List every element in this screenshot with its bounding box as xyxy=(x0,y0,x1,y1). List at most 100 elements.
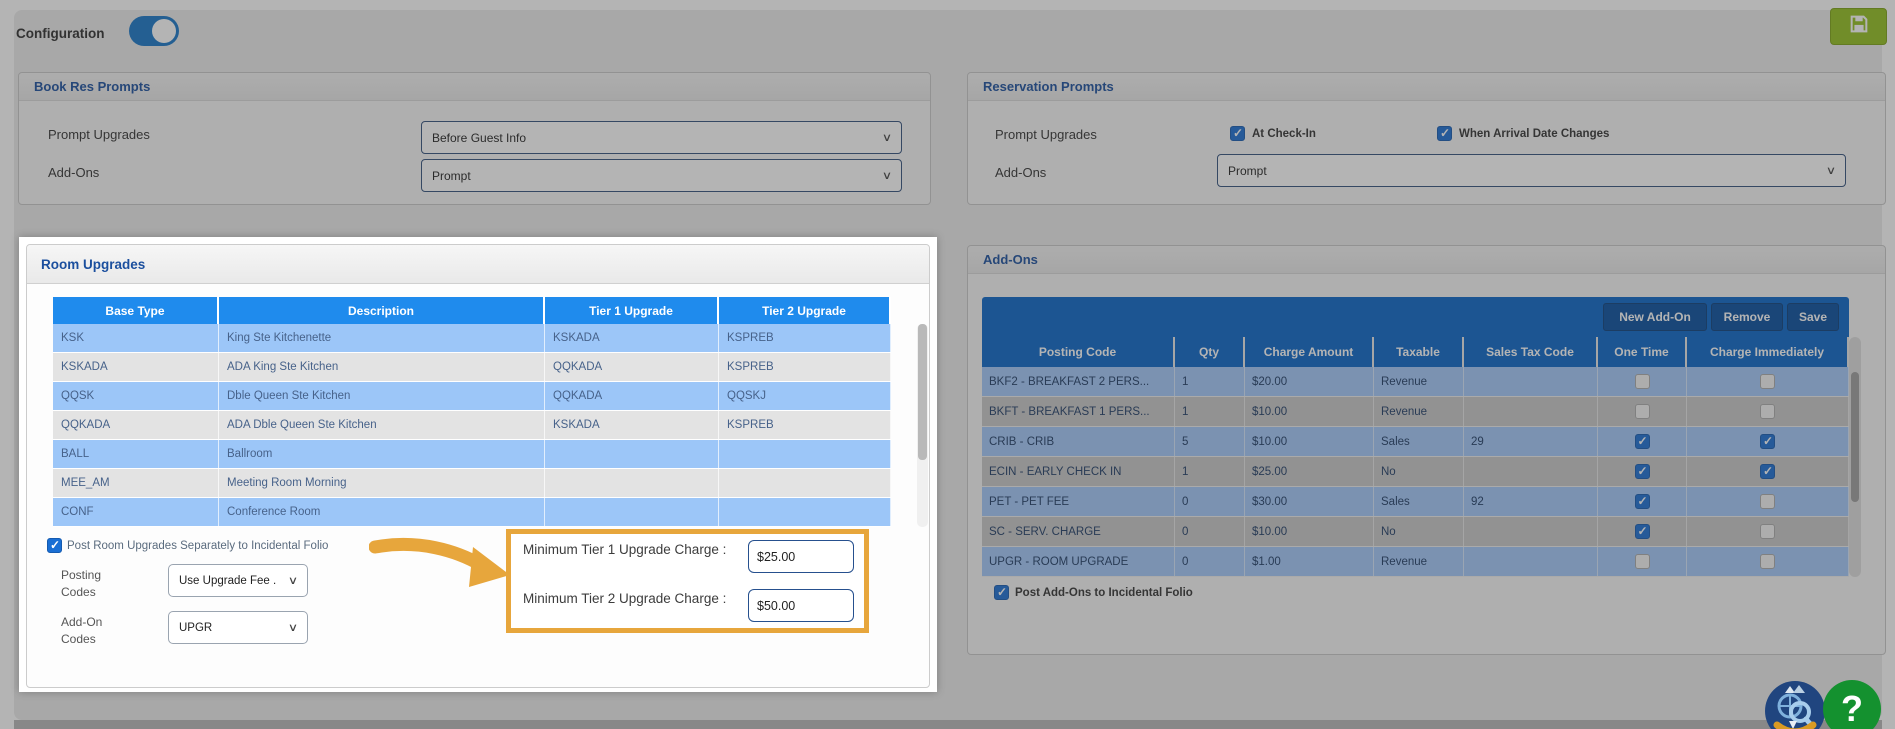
table-row[interactable]: MEE_AMMeeting Room Morning xyxy=(53,469,891,498)
new-add-on-button[interactable]: New Add-On xyxy=(1603,303,1707,331)
table-cell xyxy=(1464,367,1598,396)
table-cell xyxy=(545,469,719,497)
charge-immediately-checkbox[interactable] xyxy=(1760,434,1775,449)
posting-codes-value: Use Upgrade Fee . xyxy=(179,575,276,587)
remove-button[interactable]: Remove xyxy=(1711,303,1783,331)
book-res-prompts-header: Book Res Prompts xyxy=(19,73,930,101)
table-cell: $30.00 xyxy=(1245,487,1374,516)
column-header[interactable]: Posting Code xyxy=(982,337,1175,367)
table-cell: ECIN - EARLY CHECK IN xyxy=(982,457,1175,486)
column-header[interactable]: Description xyxy=(219,297,545,324)
charge-immediately-checkbox[interactable] xyxy=(1760,374,1775,389)
room-upgrades-panel: Room Upgrades Base TypeDescriptionTier 1… xyxy=(26,244,930,688)
table-cell: BKFT - BREAKFAST 1 PERS... xyxy=(982,397,1175,426)
table-row[interactable]: KSKADAADA King Ste KitchenQQKADAKSPREB xyxy=(53,353,891,382)
prompt-upgrades-value: Before Guest Info xyxy=(432,131,526,145)
table-row[interactable]: BKF2 - BREAKFAST 2 PERS...1$20.00Revenue xyxy=(982,367,1849,397)
column-header[interactable]: Charge Immediately xyxy=(1687,337,1849,367)
table-cell: Sales xyxy=(1374,427,1464,456)
column-header[interactable]: Tier 1 Upgrade xyxy=(545,297,719,324)
column-header[interactable]: Base Type xyxy=(53,297,219,324)
table-cell: Sales xyxy=(1374,487,1464,516)
table-cell: Revenue xyxy=(1374,367,1464,396)
column-header[interactable]: Qty xyxy=(1175,337,1245,367)
table-cell xyxy=(1598,547,1687,576)
table-cell: Revenue xyxy=(1374,547,1464,576)
min-tier2-charge-input[interactable] xyxy=(748,589,854,622)
scrollbar-thumb[interactable] xyxy=(1851,372,1859,502)
save-button[interactable] xyxy=(1830,8,1887,45)
table-row[interactable]: QQSKDble Queen Ste KitchenQQKADAQQSKJ xyxy=(53,382,891,411)
table-cell xyxy=(1598,487,1687,516)
one-time-checkbox[interactable] xyxy=(1635,494,1650,509)
one-time-checkbox[interactable] xyxy=(1635,464,1650,479)
column-header[interactable]: Sales Tax Code xyxy=(1464,337,1598,367)
scrollbar[interactable] xyxy=(917,324,928,527)
table-row[interactable]: KSKKing Ste KitchenetteKSKADAKSPREB xyxy=(53,324,891,353)
table-cell: No xyxy=(1374,517,1464,546)
post-room-upgrades-checkbox[interactable] xyxy=(47,538,62,553)
table-row[interactable]: UPGR - ROOM UPGRADE0$1.00Revenue xyxy=(982,547,1849,577)
configuration-toggle[interactable] xyxy=(129,16,179,46)
charge-immediately-checkbox[interactable] xyxy=(1760,494,1775,509)
one-time-checkbox[interactable] xyxy=(1635,404,1650,419)
table-cell: $1.00 xyxy=(1245,547,1374,576)
one-time-checkbox[interactable] xyxy=(1635,374,1650,389)
column-header[interactable]: Charge Amount xyxy=(1245,337,1374,367)
save-row-button[interactable]: Save xyxy=(1787,303,1839,331)
at-check-in-checkbox[interactable] xyxy=(1230,126,1245,141)
scrollbar-thumb[interactable] xyxy=(918,324,927,460)
table-cell: MEE_AM xyxy=(53,469,219,497)
book-res-prompts-title: Book Res Prompts xyxy=(34,79,150,94)
table-cell: $20.00 xyxy=(1245,367,1374,396)
table-cell: Conference Room xyxy=(219,498,545,526)
prompt-upgrades-select[interactable]: Before Guest Info ∨ xyxy=(421,121,902,154)
room-upgrades-table: Base TypeDescriptionTier 1 UpgradeTier 2… xyxy=(53,297,902,527)
reservation-prompts-header: Reservation Prompts xyxy=(968,73,1885,101)
table-cell xyxy=(1687,487,1849,516)
table-row[interactable]: QQKADAADA Dble Queen Ste KitchenKSKADAKS… xyxy=(53,411,891,440)
configuration-label: Configuration xyxy=(16,26,104,41)
table-row[interactable]: ECIN - EARLY CHECK IN1$25.00No xyxy=(982,457,1849,487)
one-time-checkbox[interactable] xyxy=(1635,434,1650,449)
charge-immediately-checkbox[interactable] xyxy=(1760,464,1775,479)
table-cell: 29 xyxy=(1464,427,1598,456)
table-cell xyxy=(1598,457,1687,486)
when-arrival-date-changes-checkbox[interactable] xyxy=(1437,126,1452,141)
charge-immediately-checkbox[interactable] xyxy=(1760,554,1775,569)
at-check-in-label: At Check-In xyxy=(1252,128,1316,140)
table-cell: 1 xyxy=(1175,397,1245,426)
table-row[interactable]: CONFConference Room xyxy=(53,498,891,527)
column-header[interactable]: One Time xyxy=(1598,337,1687,367)
add-ons-select[interactable]: Prompt ∨ xyxy=(1217,154,1846,187)
table-row[interactable]: PET - PET FEE0$30.00Sales92 xyxy=(982,487,1849,517)
help-icon[interactable]: ? xyxy=(1823,680,1881,729)
table-cell: 0 xyxy=(1175,547,1245,576)
charge-immediately-checkbox[interactable] xyxy=(1760,524,1775,539)
post-room-upgrades-label: Post Room Upgrades Separately to Inciden… xyxy=(67,540,328,552)
posting-codes-select[interactable]: Use Upgrade Fee . ∨ xyxy=(168,564,308,597)
table-cell xyxy=(719,498,891,526)
scrollbar[interactable] xyxy=(1849,337,1861,577)
room-upgrades-title: Room Upgrades xyxy=(41,257,145,272)
table-cell: KSKADA xyxy=(545,324,719,352)
posting-codes-label: Posting Codes xyxy=(61,567,131,601)
table-row[interactable]: BALLBallroom xyxy=(53,440,891,469)
support-icon[interactable] xyxy=(1765,681,1825,729)
table-cell: ADA King Ste Kitchen xyxy=(219,353,545,381)
table-row[interactable]: CRIB - CRIB5$10.00Sales29 xyxy=(982,427,1849,457)
post-add-ons-folio-label: Post Add-Ons to Incidental Folio xyxy=(1015,587,1193,599)
table-cell: CRIB - CRIB xyxy=(982,427,1175,456)
min-tier1-charge-input[interactable] xyxy=(748,540,854,573)
post-add-ons-folio-checkbox[interactable] xyxy=(994,585,1009,600)
table-row[interactable]: BKFT - BREAKFAST 1 PERS...1$10.00Revenue xyxy=(982,397,1849,427)
one-time-checkbox[interactable] xyxy=(1635,524,1650,539)
add-on-codes-select[interactable]: UPGR ∨ xyxy=(168,611,308,644)
when-arrival-date-changes-label: When Arrival Date Changes xyxy=(1459,128,1609,140)
add-ons-select[interactable]: Prompt ∨ xyxy=(421,159,902,192)
charge-immediately-checkbox[interactable] xyxy=(1760,404,1775,419)
one-time-checkbox[interactable] xyxy=(1635,554,1650,569)
table-row[interactable]: SC - SERV. CHARGE0$10.00No xyxy=(982,517,1849,547)
column-header[interactable]: Tier 2 Upgrade xyxy=(719,297,891,324)
column-header[interactable]: Taxable xyxy=(1374,337,1464,367)
